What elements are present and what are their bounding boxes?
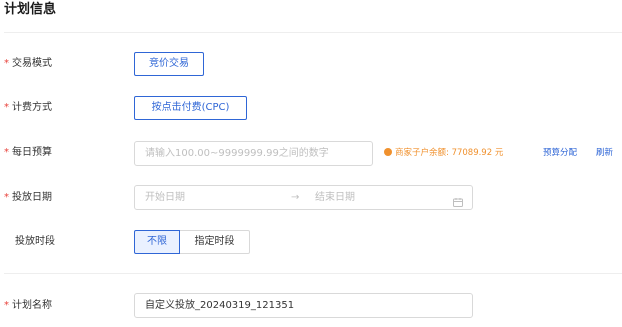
daily-budget-input[interactable]: 请输入100.00~9999999.99之间的数字 xyxy=(134,141,373,166)
calendar-icon[interactable] xyxy=(453,193,463,207)
time-slot-option-specific[interactable]: 指定时段 xyxy=(180,230,250,254)
required-mark: * xyxy=(4,147,9,158)
plan-name-label: * 计划名称 xyxy=(4,300,52,311)
dates-label: * 投放日期 xyxy=(4,192,52,203)
time-slot-segmented: 不限 指定时段 xyxy=(134,230,250,254)
start-date-input[interactable]: 开始日期 xyxy=(145,186,185,209)
refresh-link[interactable]: 刷新 xyxy=(596,146,613,160)
plan-name-value: 自定义投放_20240319_121351 xyxy=(145,300,295,311)
divider xyxy=(4,32,622,33)
time-slot-option-unlimited[interactable]: 不限 xyxy=(134,230,180,254)
budget-allocate-link[interactable]: 预算分配 xyxy=(543,146,577,160)
warning-dot-icon xyxy=(384,148,392,156)
required-mark: * xyxy=(4,192,9,203)
end-date-input[interactable]: 结束日期 xyxy=(315,186,355,209)
time-slot-label: 投放时段 xyxy=(15,236,55,247)
required-mark: * xyxy=(4,102,9,113)
date-range-picker[interactable]: 开始日期 → 结束日期 xyxy=(134,185,473,210)
daily-budget-label: * 每日预算 xyxy=(4,147,52,158)
billing-label: * 计费方式 xyxy=(4,102,52,113)
required-mark: * xyxy=(4,300,9,311)
plan-name-input[interactable]: 自定义投放_20240319_121351 xyxy=(134,293,473,318)
date-separator-arrow-icon: → xyxy=(291,192,300,203)
divider xyxy=(4,273,622,274)
account-balance: 商家子户余额: 77089.92 元 xyxy=(384,146,503,160)
daily-budget-placeholder: 请输入100.00~9999999.99之间的数字 xyxy=(145,148,329,159)
required-mark: * xyxy=(4,58,9,69)
trade-mode-option-bidding[interactable]: 竞价交易 xyxy=(134,52,204,76)
billing-option-cpc[interactable]: 按点击付费(CPC) xyxy=(134,96,247,120)
section-title: 计划信息 xyxy=(4,2,57,17)
trade-mode-label: * 交易模式 xyxy=(4,58,52,69)
